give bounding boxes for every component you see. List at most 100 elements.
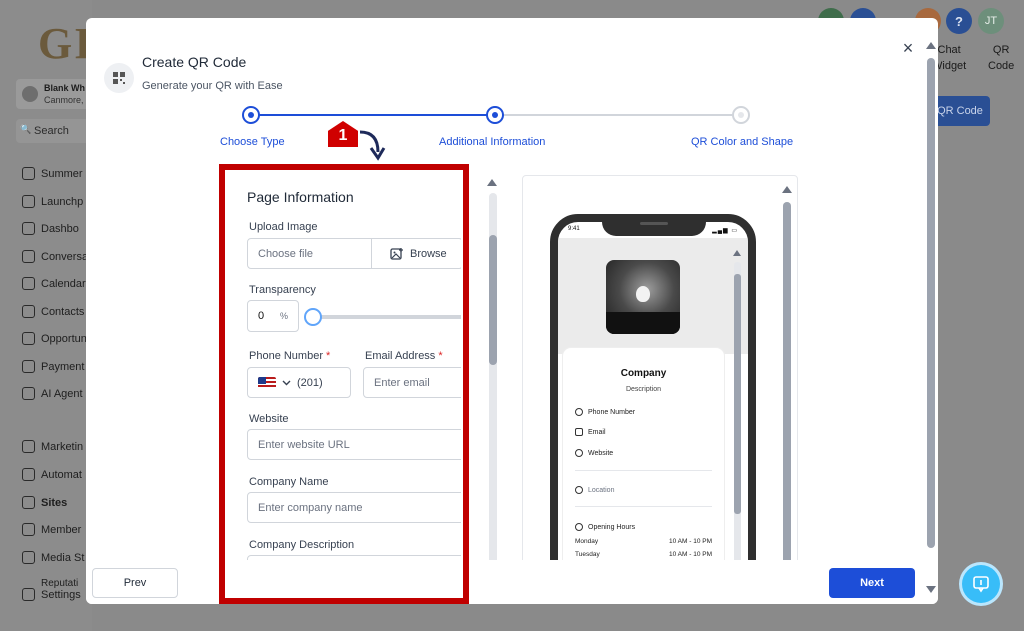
sparkle-icon bbox=[22, 167, 35, 180]
sidebar-item-calendars[interactable]: Calendar bbox=[22, 277, 86, 290]
phone-value: (201) bbox=[297, 376, 323, 389]
us-flag-icon[interactable] bbox=[258, 376, 276, 389]
sidebar-item-contacts[interactable]: Contacts bbox=[22, 305, 84, 318]
preview-description: Description bbox=[625, 386, 661, 393]
form-scrollbar[interactable] bbox=[485, 175, 499, 595]
location-icon bbox=[575, 486, 583, 494]
form-title: Page Information bbox=[247, 189, 354, 205]
automation-icon bbox=[22, 468, 35, 481]
ai-icon bbox=[22, 387, 35, 400]
chat-icon bbox=[22, 250, 35, 263]
support-chat-button[interactable] bbox=[962, 565, 1000, 603]
media-icon bbox=[22, 551, 35, 564]
phone-preview-panel: 9:41 ▂▄▆ ▭ Company Description Phone Num… bbox=[522, 175, 798, 603]
transparency-label: Transparency bbox=[249, 284, 316, 296]
browse-button[interactable]: Browse bbox=[371, 238, 461, 269]
upload-image-label: Upload Image bbox=[249, 221, 318, 233]
stepper-line-complete bbox=[259, 114, 495, 116]
step-2-indicator[interactable] bbox=[486, 106, 504, 124]
company-name-input[interactable]: Enter company name bbox=[247, 492, 461, 523]
phone-mockup: 9:41 ▂▄▆ ▭ Company Description Phone Num… bbox=[550, 214, 756, 602]
modal-subtitle: Generate your QR with Ease bbox=[142, 80, 283, 92]
sidebar-item-sites[interactable]: Sites bbox=[22, 496, 67, 509]
prev-button[interactable]: Prev bbox=[92, 568, 178, 598]
transparency-slider-handle[interactable] bbox=[304, 308, 322, 326]
account-location: Canmore, bbox=[44, 95, 84, 105]
account-switcher[interactable]: Blank Wh Canmore, bbox=[16, 79, 96, 109]
sidebar-item-settings[interactable]: Settings bbox=[22, 588, 81, 601]
payment-icon bbox=[22, 360, 35, 373]
preview-website-row: Website bbox=[575, 449, 613, 457]
image-upload-icon bbox=[390, 247, 403, 260]
preview-opening-hours-title: Opening Hours bbox=[575, 523, 635, 531]
percent-unit: % bbox=[279, 311, 288, 321]
email-address-label: Email Address * bbox=[365, 350, 443, 362]
page-information-form: Page Information Upload Image Choose fil… bbox=[223, 171, 461, 601]
qr-code-button[interactable]: QR Code bbox=[930, 96, 990, 126]
sidebar-item-media-storage[interactable]: Media St bbox=[22, 551, 84, 564]
sidebar-item-payments[interactable]: Payment bbox=[22, 360, 84, 373]
help-icon[interactable]: ? bbox=[946, 8, 972, 34]
dashboard-icon bbox=[22, 222, 35, 235]
choose-file-input[interactable]: Choose file bbox=[247, 238, 373, 269]
preview-hours-row: Tuesday 10 AM - 10 PM bbox=[575, 551, 712, 558]
website-label: Website bbox=[249, 413, 289, 425]
step-label-choose-type[interactable]: Choose Type bbox=[220, 136, 285, 148]
phone-number-label: Phone Number * bbox=[249, 350, 331, 362]
link-icon bbox=[575, 449, 583, 457]
status-bar-time: 9:41 bbox=[568, 226, 580, 232]
gear-icon bbox=[22, 588, 35, 601]
sidebar-item-opportunities[interactable]: Opportun bbox=[22, 332, 87, 345]
email-input[interactable]: Enter email bbox=[363, 367, 461, 398]
phone-number-input[interactable]: (201) bbox=[247, 367, 351, 398]
preview-location-row: Location bbox=[575, 486, 614, 494]
rocket-icon bbox=[22, 195, 35, 208]
members-icon bbox=[22, 523, 35, 536]
opportunity-icon bbox=[22, 332, 35, 345]
sidebar-item-summer[interactable]: Summer bbox=[22, 167, 83, 180]
qr-code-tab[interactable]: QR Code bbox=[988, 44, 1014, 72]
preview-scrollbar[interactable] bbox=[780, 180, 794, 600]
sidebar-item-marketing[interactable]: Marketin bbox=[22, 440, 83, 453]
company-image bbox=[606, 260, 680, 334]
transparency-input[interactable]: 0 % bbox=[247, 300, 299, 332]
user-avatar[interactable]: JT bbox=[978, 8, 1004, 34]
marketing-icon bbox=[22, 440, 35, 453]
next-button[interactable]: Next bbox=[829, 568, 915, 598]
company-name-label: Company Name bbox=[249, 476, 329, 488]
calendar-icon bbox=[22, 277, 35, 290]
phone-notch bbox=[602, 222, 706, 236]
step-3-indicator[interactable] bbox=[732, 106, 750, 124]
browse-label: Browse bbox=[410, 247, 447, 260]
sidebar-item-conversations[interactable]: Conversa bbox=[22, 250, 88, 263]
sidebar-item-automation[interactable]: Automat bbox=[22, 468, 82, 481]
website-input[interactable]: Enter website URL bbox=[247, 429, 461, 460]
create-qr-modal: Create QR Code Generate your QR with Eas… bbox=[86, 18, 938, 604]
step-label-qr-color-shape[interactable]: QR Color and Shape bbox=[691, 136, 793, 148]
company-description-label: Company Description bbox=[249, 539, 355, 551]
sidebar-item-launchpad[interactable]: Launchp bbox=[22, 195, 83, 208]
preview-hours-row: Monday 10 AM - 10 PM bbox=[575, 538, 712, 545]
close-icon[interactable]: × bbox=[899, 39, 917, 57]
transparency-slider-track[interactable] bbox=[313, 315, 461, 319]
preview-phone-row: Phone Number bbox=[575, 408, 635, 416]
account-name: Blank Wh bbox=[44, 83, 86, 93]
chevron-down-icon[interactable] bbox=[282, 380, 291, 386]
modal-scrollbar[interactable] bbox=[924, 38, 938, 598]
step-label-additional-information[interactable]: Additional Information bbox=[439, 136, 545, 148]
modal-title: Create QR Code bbox=[142, 54, 247, 70]
sidebar-search[interactable]: Search bbox=[16, 119, 96, 143]
sidebar-item-dashboard[interactable]: Dashbo bbox=[22, 222, 79, 235]
annotation-arrow-icon bbox=[359, 130, 386, 161]
sidebar-item-memberships[interactable]: Member bbox=[22, 523, 81, 536]
step-1-indicator[interactable] bbox=[242, 106, 260, 124]
modal-footer bbox=[86, 560, 938, 604]
sites-icon bbox=[22, 496, 35, 509]
clock-icon bbox=[575, 523, 583, 531]
transparency-value: 0 bbox=[258, 310, 265, 322]
preview-email-row: Email bbox=[575, 428, 606, 436]
annotation-number: 1 bbox=[338, 127, 348, 144]
qr-code-icon bbox=[104, 63, 134, 93]
info-chat-icon bbox=[973, 576, 989, 593]
sidebar-item-ai-agents[interactable]: AI Agent bbox=[22, 387, 83, 400]
